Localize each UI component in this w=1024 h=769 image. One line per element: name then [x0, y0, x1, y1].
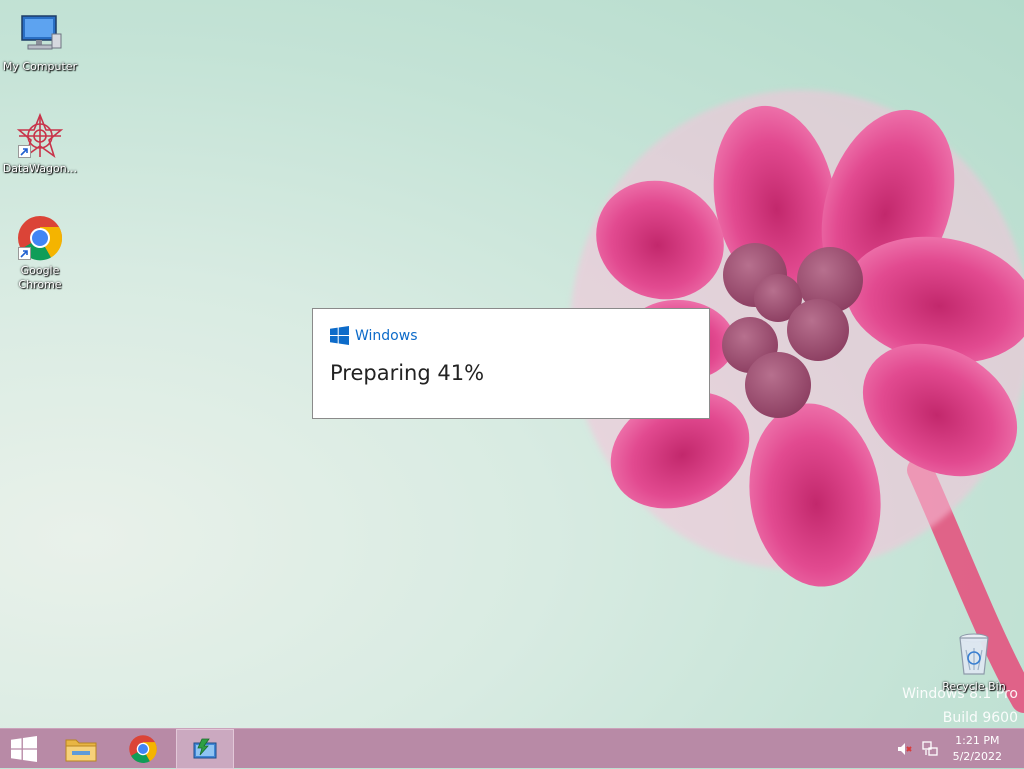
dialog-brand-label: Windows [355, 327, 418, 344]
muted-speaker-icon [898, 743, 912, 755]
clock-date: 5/2/2022 [952, 750, 1002, 763]
start-button[interactable] [2, 729, 46, 769]
desktop-icon-datawagon[interactable]: DataWagon... [0, 112, 80, 176]
computer-icon [21, 15, 62, 50]
desktop-icon-label: DataWagon... [2, 162, 78, 175]
desktop-icon-my-computer[interactable]: My Computer [0, 10, 80, 74]
chrome-icon [129, 735, 157, 763]
windows-logo-icon [330, 326, 349, 345]
shortcut-arrow-icon [18, 145, 31, 158]
recycle-bin-icon [959, 633, 989, 675]
volume-button[interactable] [896, 741, 912, 757]
desktop-icon-recycle-bin[interactable]: Recycle Bin [934, 630, 1014, 694]
desktop-icon-label: Recycle Bin [942, 680, 1006, 693]
file-explorer-icon [65, 739, 97, 762]
network-icon [922, 741, 938, 756]
clock-time: 1:21 PM [955, 734, 1000, 747]
watermark-build: Build 9600 [942, 710, 1018, 726]
shortcut-arrow-icon [18, 247, 31, 260]
taskbar-file-explorer[interactable] [56, 729, 106, 769]
taskbar-chrome[interactable] [118, 729, 168, 769]
dialog-brand: Windows [330, 326, 418, 345]
setup-progress-dialog: Windows Preparing 41% [312, 308, 710, 419]
desktop-icon-chrome[interactable]: Google Chrome [0, 214, 80, 292]
taskbar: 1:21 PM 5/2/2022 [0, 728, 1024, 769]
taskbar-clock[interactable]: 1:21 PM 5/2/2022 [953, 733, 1002, 765]
progress-status-text: Preparing 41% [330, 361, 485, 385]
network-button[interactable] [922, 741, 938, 757]
desktop-icon-label: My Computer [2, 60, 78, 73]
windows-logo-icon [11, 736, 37, 762]
desktop-icon-label: Google Chrome [18, 264, 62, 291]
taskbar-installer[interactable] [176, 729, 234, 769]
installer-icon [193, 738, 217, 759]
